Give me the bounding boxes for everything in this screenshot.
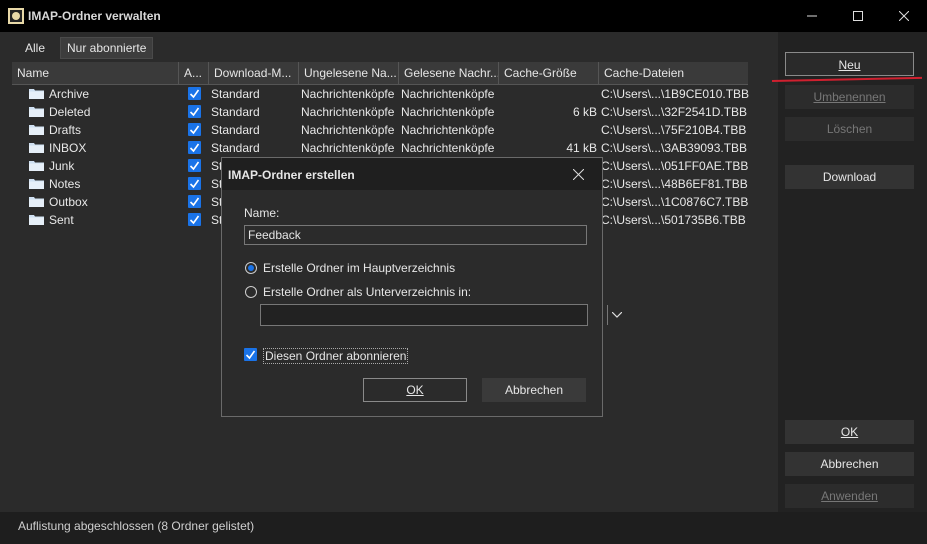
- radio-subfolder[interactable]: [245, 286, 257, 298]
- cache-file: C:\Users\...\051FF0AE.TBB: [601, 159, 749, 173]
- close-icon: [573, 168, 584, 180]
- subscribed-checkbox[interactable]: [188, 105, 201, 118]
- folder-name[interactable]: Sent: [49, 211, 174, 229]
- download-mode: Standard: [211, 123, 260, 137]
- close-window-button[interactable]: [881, 0, 927, 32]
- folder-icon: [29, 196, 44, 207]
- cache-size: 6 kB: [572, 105, 597, 119]
- ok-button[interactable]: OK: [785, 420, 914, 444]
- folder-icon: [29, 88, 44, 99]
- unread-mode: Nachrichtenköpfe: [301, 87, 395, 101]
- download-mode: Standard: [211, 105, 260, 119]
- column-header-cache-files[interactable]: Cache-Dateien: [598, 62, 748, 84]
- download-mode: Standard: [211, 141, 260, 155]
- tab-all[interactable]: Alle: [19, 38, 51, 58]
- subscribed-checkbox[interactable]: [188, 159, 201, 172]
- checkmark-icon: [189, 197, 200, 207]
- folder-icon: [29, 160, 44, 171]
- new-folder-button[interactable]: Neu: [785, 52, 914, 76]
- cache-file: C:\Users\...\3AB39093.TBB: [601, 141, 748, 155]
- cache-file: C:\Users\...\1C0876C7.TBB: [601, 195, 749, 209]
- cache-size: [507, 121, 597, 139]
- checkmark-icon: [189, 143, 200, 153]
- checkmark-icon: [189, 89, 200, 99]
- dialog-cancel-button[interactable]: Abbrechen: [482, 378, 586, 402]
- rename-button[interactable]: Umbenennen: [785, 85, 914, 109]
- folder-name-input[interactable]: [244, 225, 587, 245]
- folder-icon: [29, 178, 44, 189]
- maximize-button[interactable]: [835, 0, 881, 32]
- cancel-button[interactable]: Abbrechen: [785, 452, 914, 476]
- close-icon: [899, 11, 909, 21]
- read-mode: Nachrichtenköpfe: [401, 87, 495, 101]
- folder-name[interactable]: Outbox: [49, 193, 174, 211]
- maximize-icon: [853, 11, 863, 21]
- read-mode: Nachrichtenköpfe: [401, 105, 495, 119]
- checkmark-icon: [245, 350, 256, 360]
- folder-icon: [29, 124, 44, 135]
- delete-button[interactable]: Löschen: [785, 117, 914, 141]
- folder-name[interactable]: Archive: [49, 85, 174, 103]
- folder-name[interactable]: Notes: [49, 175, 174, 193]
- checkmark-icon: [189, 179, 200, 189]
- column-header-name[interactable]: Name: [12, 62, 178, 84]
- chevron-down-icon: [607, 305, 626, 325]
- subscribed-checkbox[interactable]: [188, 195, 201, 208]
- cache-file: C:\Users\...\75F210B4.TBB: [601, 123, 747, 137]
- radio-root-label: Erstelle Ordner im Hauptverzeichnis: [263, 261, 456, 275]
- window-title: IMAP-Ordner verwalten: [28, 9, 161, 23]
- apply-button[interactable]: Anwenden: [785, 484, 914, 508]
- minimize-button[interactable]: [789, 0, 835, 32]
- folder-icon: [29, 142, 44, 153]
- cache-size: 41 kB: [566, 141, 597, 155]
- cache-file: C:\Users\...\48B6EF81.TBB: [601, 177, 748, 191]
- minimize-icon: [807, 15, 817, 17]
- download-button[interactable]: Download: [785, 165, 914, 189]
- read-mode: Nachrichtenköpfe: [401, 141, 495, 155]
- folder-icon: [29, 214, 44, 225]
- create-folder-dialog: IMAP-Ordner erstellen Name: Erstelle Ord…: [221, 157, 622, 417]
- checkmark-icon: [189, 125, 200, 135]
- checkmark-icon: [189, 215, 200, 225]
- tab-subscribed[interactable]: Nur abonnierte: [60, 37, 154, 59]
- unread-mode: Nachrichtenköpfe: [301, 123, 395, 137]
- folder-icon: [29, 106, 44, 117]
- folder-name[interactable]: Drafts: [49, 121, 174, 139]
- column-header-download-mode[interactable]: Download-M...: [208, 62, 298, 84]
- subscribed-checkbox[interactable]: [188, 87, 201, 100]
- parent-folder-select[interactable]: [260, 304, 622, 326]
- dialog-title: IMAP-Ordner erstellen: [228, 168, 355, 182]
- name-label: Name:: [244, 206, 280, 220]
- column-header-unread[interactable]: Ungelesene Na...: [298, 62, 398, 84]
- checkmark-icon: [189, 161, 200, 171]
- folder-name[interactable]: Junk: [49, 157, 174, 175]
- subscribe-label: Diesen Ordner abonnieren: [263, 348, 409, 364]
- folder-name[interactable]: Deleted: [49, 103, 174, 121]
- radio-root[interactable]: [245, 262, 257, 274]
- folder-name[interactable]: INBOX: [49, 139, 174, 157]
- cache-size: [507, 85, 597, 103]
- unread-mode: Nachrichtenköpfe: [301, 141, 395, 155]
- cache-file: C:\Users\...\501735B6.TBB: [601, 213, 746, 227]
- subscribed-checkbox[interactable]: [188, 177, 201, 190]
- cache-file: C:\Users\...\32F2541D.TBB: [601, 105, 748, 119]
- column-header-read[interactable]: Gelesene Nachr...: [398, 62, 498, 84]
- app-icon: [8, 8, 24, 24]
- checkmark-icon: [189, 107, 200, 117]
- download-mode: Standard: [211, 87, 260, 101]
- dialog-close-button[interactable]: [555, 158, 602, 190]
- column-header-subscribed[interactable]: A...: [178, 62, 208, 84]
- dialog-ok-button[interactable]: OK: [363, 378, 467, 402]
- subscribed-checkbox[interactable]: [188, 141, 201, 154]
- subscribed-checkbox[interactable]: [188, 123, 201, 136]
- subscribed-checkbox[interactable]: [188, 213, 201, 226]
- cache-file: C:\Users\...\1B9CE010.TBB: [601, 87, 750, 101]
- unread-mode: Nachrichtenköpfe: [301, 105, 395, 119]
- column-header-cache-size[interactable]: Cache-Größe: [498, 62, 598, 84]
- subscribe-checkbox[interactable]: [244, 348, 257, 361]
- status-text: Auflistung abgeschlossen (8 Ordner gelis…: [18, 519, 255, 533]
- read-mode: Nachrichtenköpfe: [401, 123, 495, 137]
- radio-subfolder-label: Erstelle Ordner als Unterverzeichnis in:: [263, 285, 472, 299]
